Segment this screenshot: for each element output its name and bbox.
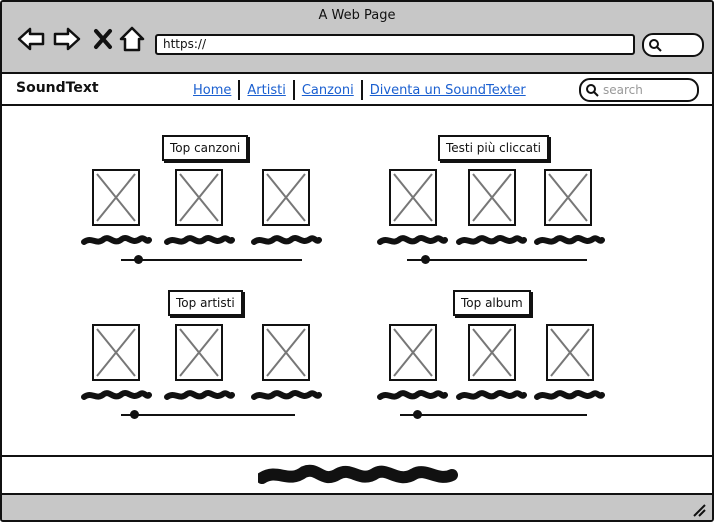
- nav-divider: [238, 80, 241, 100]
- slider-track[interactable]: [400, 414, 587, 416]
- image-placeholder[interactable]: [544, 169, 592, 226]
- image-placeholder[interactable]: [468, 324, 516, 381]
- nav-link-diventa-soundtexter[interactable]: Diventa un SoundTexter: [365, 83, 531, 98]
- slider-handle[interactable]: [413, 410, 422, 419]
- slider-track[interactable]: [121, 259, 302, 261]
- slider-track[interactable]: [407, 259, 587, 261]
- image-placeholder[interactable]: [389, 324, 437, 381]
- nav-divider: [292, 80, 295, 100]
- slider-track[interactable]: [121, 414, 295, 416]
- resize-grip-icon[interactable]: [692, 503, 706, 517]
- caption-text-placeholder: [80, 232, 152, 251]
- image-placeholder[interactable]: [262, 324, 310, 381]
- carousel-slider[interactable]: [400, 410, 587, 420]
- nav-link-artisti[interactable]: Artisti: [242, 83, 290, 98]
- site-search-input[interactable]: [601, 81, 695, 99]
- section-top-artisti: Top artisti: [80, 290, 380, 420]
- section-title: Top canzoni: [162, 135, 249, 161]
- caption-text-placeholder: [250, 387, 322, 406]
- nav-link-canzoni[interactable]: Canzoni: [297, 83, 359, 98]
- section-title: Top artisti: [168, 290, 243, 316]
- caption-text-placeholder: [533, 387, 605, 406]
- caption-text-placeholder: [80, 387, 152, 406]
- page-footer: [2, 455, 712, 495]
- browser-search-field[interactable]: [642, 33, 704, 57]
- window-title: A Web Page: [318, 8, 396, 23]
- caption-text-placeholder: [376, 232, 448, 251]
- forward-arrow-icon[interactable]: [52, 24, 82, 54]
- section-title: Top album: [453, 290, 531, 316]
- caption-text-placeholder: [455, 232, 527, 251]
- section-top-canzoni: Top canzoni: [80, 135, 380, 265]
- url-bar[interactable]: https://: [155, 34, 635, 55]
- caption-text-placeholder: [376, 387, 448, 406]
- image-placeholder[interactable]: [175, 324, 223, 381]
- carousel-slider[interactable]: [121, 410, 295, 420]
- back-arrow-icon[interactable]: [16, 24, 46, 54]
- image-placeholder[interactable]: [175, 169, 223, 226]
- nav-divider: [360, 80, 363, 100]
- caption-text-placeholder: [455, 387, 527, 406]
- slider-handle[interactable]: [421, 255, 430, 264]
- close-x-icon[interactable]: [90, 24, 120, 54]
- site-header: SoundText Home Artisti Canzoni Diventa u…: [2, 74, 712, 106]
- browser-status-bar: [2, 493, 712, 520]
- site-logo[interactable]: SoundText: [16, 80, 99, 96]
- image-placeholder[interactable]: [92, 324, 140, 381]
- carousel-slider[interactable]: [407, 255, 587, 265]
- slider-handle[interactable]: [134, 255, 143, 264]
- search-icon: [586, 84, 599, 97]
- browser-toolbar: A Web Page https://: [2, 2, 712, 74]
- section-top-album: Top album: [376, 290, 676, 420]
- main-nav: Home Artisti Canzoni Diventa un SoundTex…: [188, 80, 531, 100]
- caption-text-placeholder: [163, 232, 235, 251]
- image-placeholder[interactable]: [468, 169, 516, 226]
- nav-link-home[interactable]: Home: [188, 83, 236, 98]
- image-placeholder[interactable]: [389, 169, 437, 226]
- caption-text-placeholder: [533, 232, 605, 251]
- caption-text-placeholder: [163, 387, 235, 406]
- site-search-field[interactable]: [579, 78, 699, 102]
- section-testi-piu-cliccati: Testi più cliccati: [376, 135, 676, 265]
- image-placeholder[interactable]: [92, 169, 140, 226]
- image-placeholder[interactable]: [546, 324, 594, 381]
- browser-window: A Web Page https:// SoundText Home Artis…: [0, 0, 714, 522]
- carousel-slider[interactable]: [121, 255, 302, 265]
- image-placeholder[interactable]: [262, 169, 310, 226]
- footer-text-placeholder: [258, 464, 458, 484]
- home-icon[interactable]: [118, 24, 148, 54]
- search-icon: [649, 39, 662, 52]
- caption-text-placeholder: [250, 232, 322, 251]
- slider-handle[interactable]: [130, 410, 139, 419]
- section-title: Testi più cliccati: [438, 135, 550, 161]
